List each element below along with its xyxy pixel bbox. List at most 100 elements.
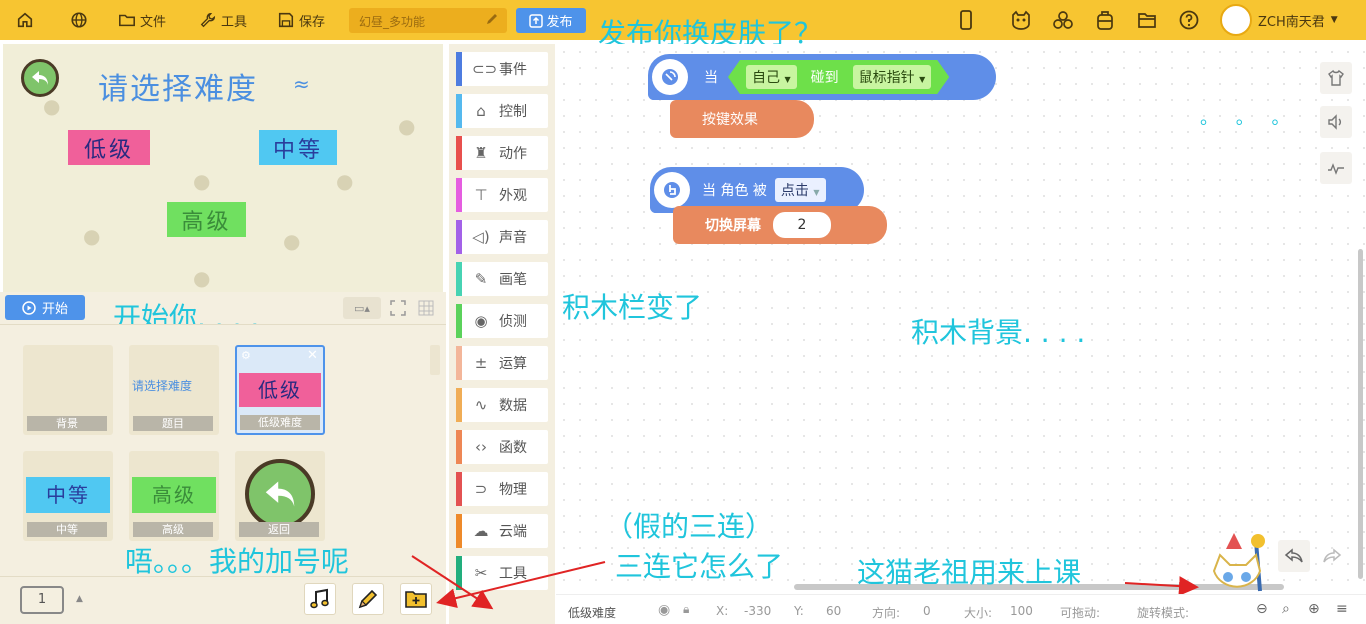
sprite-card-high[interactable]: 高级 高级 — [129, 451, 219, 541]
user-menu[interactable]: ZCH南天君 ▼ — [1220, 4, 1338, 36]
grid-toggle[interactable] — [415, 297, 437, 319]
sprite-preview-title: 请选择难度 — [132, 379, 193, 393]
rotation-mode-label: 旋转模式: — [1137, 606, 1190, 620]
sprite-label: 返回 — [239, 522, 319, 537]
category-looks[interactable]: ⊤ 外观 — [456, 178, 548, 212]
mobile-preview-icon[interactable] — [955, 9, 977, 31]
current-sprite-name: 低级难度 — [568, 606, 617, 620]
panel-resize-handle[interactable] — [430, 345, 440, 375]
sprite-card-mid[interactable]: 中等 中等 — [23, 451, 113, 541]
category-control[interactable]: ⌂ 控制 — [456, 94, 548, 128]
category-motion[interactable]: ♜ 动作 — [456, 136, 548, 170]
menu-icon[interactable]: ≡ — [1336, 601, 1348, 617]
tools-menu[interactable]: 工具 — [199, 8, 247, 32]
speaker-icon: ◁) — [472, 228, 490, 246]
sound-button[interactable] — [1320, 106, 1352, 138]
zoom-reset-icon[interactable]: ⌕ — [1282, 601, 1290, 617]
draw-sprite-button[interactable] — [352, 583, 384, 615]
sprite-label: 中等 — [27, 522, 107, 537]
username: ZCH南天君 — [1258, 14, 1325, 30]
button-effect-block[interactable]: 按键效果 — [670, 100, 814, 138]
category-sensing[interactable]: ◉ 侦测 — [456, 304, 548, 338]
direction-label: 方向: — [872, 606, 901, 620]
cat-mascot-icon[interactable] — [1010, 9, 1032, 31]
delete-close-icon[interactable]: ✕ — [307, 348, 318, 363]
fullscreen-button[interactable] — [387, 297, 409, 319]
page-selector[interactable]: 1 — [20, 586, 64, 614]
category-physics[interactable]: ⊃ 物理 — [456, 472, 548, 506]
category-operators[interactable]: ± 运算 — [456, 346, 548, 380]
category-sound[interactable]: ◁) 声音 — [456, 220, 548, 254]
category-events[interactable]: ⊂⊃ 事件 — [456, 52, 548, 86]
direction-value[interactable]: 0 — [923, 604, 931, 618]
dropdown-clicked[interactable]: 点击 ▼ — [774, 178, 826, 202]
level-mid-button[interactable]: 中等 — [259, 130, 337, 165]
screen-size-toggle[interactable]: ▭▴ — [343, 297, 381, 319]
stage-canvas[interactable]: ● ● ● ● ● ● ● 请选择难度 ≈ 低级 中等 高级 — [3, 44, 443, 292]
eye-icon[interactable]: ◉ — [658, 602, 670, 618]
sprite-card-low[interactable]: ⚙ ✕ 低级 低级难度 — [235, 345, 325, 435]
category-color-bar — [456, 220, 462, 254]
help-icon[interactable] — [1178, 9, 1200, 31]
category-tools[interactable]: ✂ 工具 — [456, 556, 548, 590]
level-high-button[interactable]: 高级 — [167, 202, 246, 237]
category-label: 物理 — [499, 482, 527, 498]
chevron-up-icon[interactable]: ▲ — [76, 594, 83, 604]
home-button[interactable] — [16, 8, 34, 32]
sprite-card-back[interactable]: 返回 — [235, 451, 325, 541]
category-data[interactable]: ∿ 数据 — [456, 388, 548, 422]
project-title: 幻昼_多功能 — [359, 15, 426, 29]
block-text-switch-screen: 切换屏幕 — [705, 218, 761, 234]
costume-button[interactable] — [1320, 62, 1352, 94]
dropdown-self[interactable]: 自己 ▼ — [746, 65, 797, 89]
event-icon-circle — [652, 59, 688, 95]
publish-button[interactable]: 发布 — [516, 8, 586, 33]
zoom-out-icon[interactable]: ⊖ — [1256, 601, 1268, 617]
start-label: 开始 — [41, 302, 68, 317]
lock-icon[interactable]: 🔒︎ — [683, 602, 689, 617]
size-value[interactable]: 100 — [1010, 604, 1033, 618]
category-label: 云端 — [499, 524, 527, 540]
zoom-in-icon[interactable]: ⊕ — [1308, 601, 1320, 617]
annotation-cat: 这猫老祖用来上课 — [857, 556, 1082, 589]
category-color-bar — [456, 472, 462, 506]
sprite-card-background[interactable]: 背景 — [23, 345, 113, 435]
chevron-down-icon: ▼ — [1330, 15, 1338, 25]
language-button[interactable] — [70, 8, 88, 32]
paw-decoration: ● — [83, 224, 101, 248]
dropdown-mouse[interactable]: 鼠标指针 ▼ — [853, 65, 932, 89]
redo-button[interactable] — [1316, 540, 1348, 572]
paw-decoration: ● — [43, 94, 61, 118]
category-cloud[interactable]: ☁ 云端 — [456, 514, 548, 548]
save-icon — [278, 12, 294, 28]
data-chart-button[interactable] — [1320, 152, 1352, 184]
annotation-plus: 唔。。。我的加号呢 — [125, 545, 350, 578]
settings-gear-icon[interactable]: ⚙ — [241, 349, 251, 362]
category-label: 画笔 — [499, 272, 527, 288]
sprite-card-title[interactable]: 请选择难度 题目 — [129, 345, 219, 435]
switch-screen-block[interactable]: 切换屏幕 2 — [673, 206, 887, 244]
level-low-button[interactable]: 低级 — [68, 130, 150, 165]
undo-button[interactable] — [1278, 540, 1310, 572]
back-sprite-button[interactable] — [21, 59, 59, 97]
category-pen[interactable]: ✎ 画笔 — [456, 262, 548, 296]
when-touch-hat-block[interactable]: 当 自己 ▼ 碰到 鼠标指针 ▼ — [648, 54, 996, 100]
home-icon — [17, 12, 33, 28]
save-button[interactable]: 保存 — [277, 8, 325, 32]
works-folder-icon[interactable] — [1136, 9, 1158, 31]
add-sound-button[interactable] — [304, 583, 336, 615]
community-icon[interactable] — [1052, 9, 1074, 31]
project-title-field[interactable]: 幻昼_多功能 — [349, 8, 507, 33]
backpack-icon[interactable] — [1094, 9, 1116, 31]
vertical-scrollbar[interactable] — [1358, 249, 1363, 579]
add-sprite-folder-button[interactable] — [400, 583, 432, 615]
screen-icon: ▭▴ — [354, 301, 370, 315]
screen-number-input[interactable]: 2 — [773, 212, 831, 238]
category-functions[interactable]: ‹› 函数 — [456, 430, 548, 464]
file-menu[interactable]: 文件 — [118, 8, 166, 32]
start-button[interactable]: 开始 — [5, 295, 85, 320]
y-value[interactable]: 60 — [826, 604, 841, 618]
x-value[interactable]: -330 — [744, 604, 771, 618]
category-color-bar — [456, 178, 462, 212]
touch-condition[interactable]: 自己 ▼ 碰到 鼠标指针 ▼ — [728, 60, 949, 94]
